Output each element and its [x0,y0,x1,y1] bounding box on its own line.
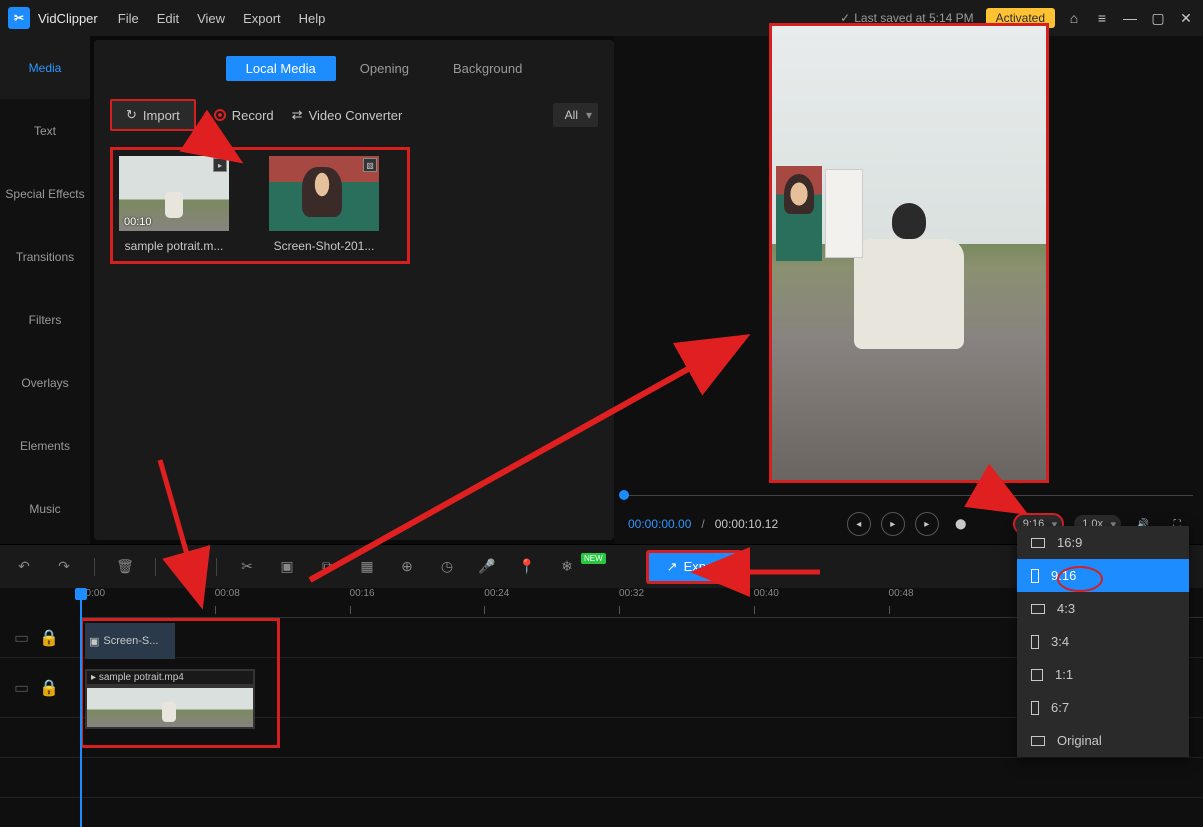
next-frame-button[interactable]: ▸ [915,512,939,536]
media-panel: Local Media Opening Background ↻ Import … [94,40,614,540]
menu-edit[interactable]: Edit [157,11,179,26]
media-clip[interactable]: ▸ 00:10 sample potrait.m... [119,156,229,253]
converter-icon: ⇄ [292,107,303,123]
close-icon[interactable]: ✕ [1177,9,1195,27]
aspect-ratio-menu: 16:9 9:16 4:3 3:4 1:1 6:7 Original [1017,526,1189,757]
hamburger-icon[interactable]: ≡ [1093,9,1111,27]
track-video-icon: ▭ [14,678,29,698]
export-icon: ↗ [667,559,678,575]
sidebar: Media Text Special Effects Transitions F… [0,36,90,544]
preview-scrubber[interactable] [624,486,1193,504]
preview-canvas[interactable] [614,36,1203,486]
maximize-icon[interactable]: ▢ [1149,9,1167,27]
media-clip[interactable]: ▧ Screen-Shot-201... [269,156,379,253]
record-icon [214,109,226,121]
clip-duration: 00:10 [124,216,152,228]
sidebar-overlays[interactable]: Overlays [0,351,90,414]
time-total: 00:00:10.12 [715,517,778,531]
clip-name: sample potrait.m... [119,239,229,253]
tab-local-media[interactable]: Local Media [226,56,336,81]
track-video-icon: ▭ [14,628,29,648]
track-lock-icon[interactable]: 🔒 [39,678,59,698]
menu-bar: File Edit View Export Help [118,11,326,26]
sidebar-text[interactable]: Text [0,99,90,162]
ratio-option-9-16[interactable]: 9:16 [1017,559,1189,592]
sidebar-transitions[interactable]: Transitions [0,225,90,288]
delete-button[interactable]: 🗑 [115,557,135,577]
sidebar-media[interactable]: Media [0,36,90,99]
tab-opening[interactable]: Opening [340,56,429,81]
undo-button[interactable]: ↶ [14,557,34,577]
sidebar-filters[interactable]: Filters [0,288,90,351]
minimize-icon[interactable]: — [1121,9,1139,27]
pip-overlay [776,166,866,261]
export-button[interactable]: ↗ Export [646,550,742,584]
time-current: 00:00:00.00 [628,517,691,531]
app-name: VidClipper [38,11,98,26]
menu-export[interactable]: Export [243,11,281,26]
track-lock-icon[interactable]: 🔒 [39,628,59,648]
home-icon[interactable]: ⌂ [1065,9,1083,27]
ratio-option-3-4[interactable]: 3:4 [1017,625,1189,658]
timeline-clip[interactable]: ▣ Screen-S... [85,623,175,659]
mosaic-button[interactable]: ▦ [357,557,377,577]
timeline-clip[interactable]: ▸ sample potrait.mp4 [85,669,255,729]
ratio-option-original[interactable]: Original [1017,724,1189,757]
video-icon: ▸ [91,672,96,683]
mark-button[interactable]: 📍 [517,557,537,577]
prev-frame-button[interactable]: ◂ [847,512,871,536]
image-type-icon: ▧ [363,158,377,172]
redo-button[interactable]: ↷ [54,557,74,577]
duration-button[interactable]: ◷ [437,557,457,577]
app-logo-icon: ✂ [8,7,30,29]
ratio-option-4-3[interactable]: 4:3 [1017,592,1189,625]
sidebar-elements[interactable]: Elements [0,414,90,477]
pip-icon: ▣ [89,635,99,648]
import-button[interactable]: ↻ Import [110,99,196,131]
menu-file[interactable]: File [118,11,139,26]
freeze-button[interactable]: ❄ [557,557,577,577]
timeline-clips-highlight: ▣ Screen-S... ▸ sample potrait.mp4 [80,618,280,748]
split-button[interactable]: ✂ [237,557,257,577]
refresh-icon: ↻ [126,107,137,123]
record-button[interactable]: Record [214,108,274,123]
zoom-button[interactable]: ⊕ [397,557,417,577]
ratio-option-1-1[interactable]: 1:1 [1017,658,1189,691]
voice-button[interactable]: 🎤 [477,557,497,577]
ratio-option-6-7[interactable]: 6:7 [1017,691,1189,724]
edit-button[interactable]: ✎ [176,557,196,577]
video-type-icon: ▸ [213,158,227,172]
clip-name: Screen-Shot-201... [269,239,379,253]
new-badge: NEW [581,553,606,564]
media-clips: ▸ 00:10 sample potrait.m... ▧ Screen-Sho… [110,147,410,264]
video-converter-button[interactable]: ⇄ Video Converter [292,107,403,123]
ratio-option-16-9[interactable]: 16:9 [1017,526,1189,559]
crop-button[interactable]: ▣ [277,557,297,577]
playhead[interactable] [80,588,82,827]
stop-record-icon[interactable]: ⬤ [949,512,973,536]
sidebar-special-effects[interactable]: Special Effects [0,162,90,225]
menu-help[interactable]: Help [299,11,326,26]
menu-view[interactable]: View [197,11,225,26]
play-button[interactable]: ▸ [881,512,905,536]
tab-background[interactable]: Background [433,56,542,81]
timeline-track[interactable] [0,758,1203,798]
copy-button[interactable]: ⧉ [317,557,337,577]
filter-select[interactable]: All [553,103,598,127]
preview-area: 00:00:00.00 / 00:00:10.12 ◂ ▸ ▸ ⬤ 9:16 1… [614,36,1203,544]
sidebar-music[interactable]: Music [0,477,90,540]
